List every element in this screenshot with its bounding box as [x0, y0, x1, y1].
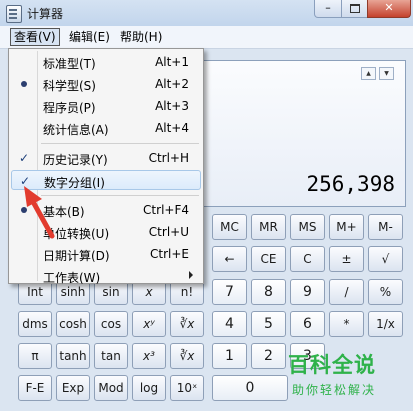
watermark-title: 百科全说 — [288, 353, 376, 377]
watermark-subtitle: 助你轻松解决 — [292, 383, 377, 397]
watermark: 百科全说 助你轻松解决 — [282, 349, 402, 405]
